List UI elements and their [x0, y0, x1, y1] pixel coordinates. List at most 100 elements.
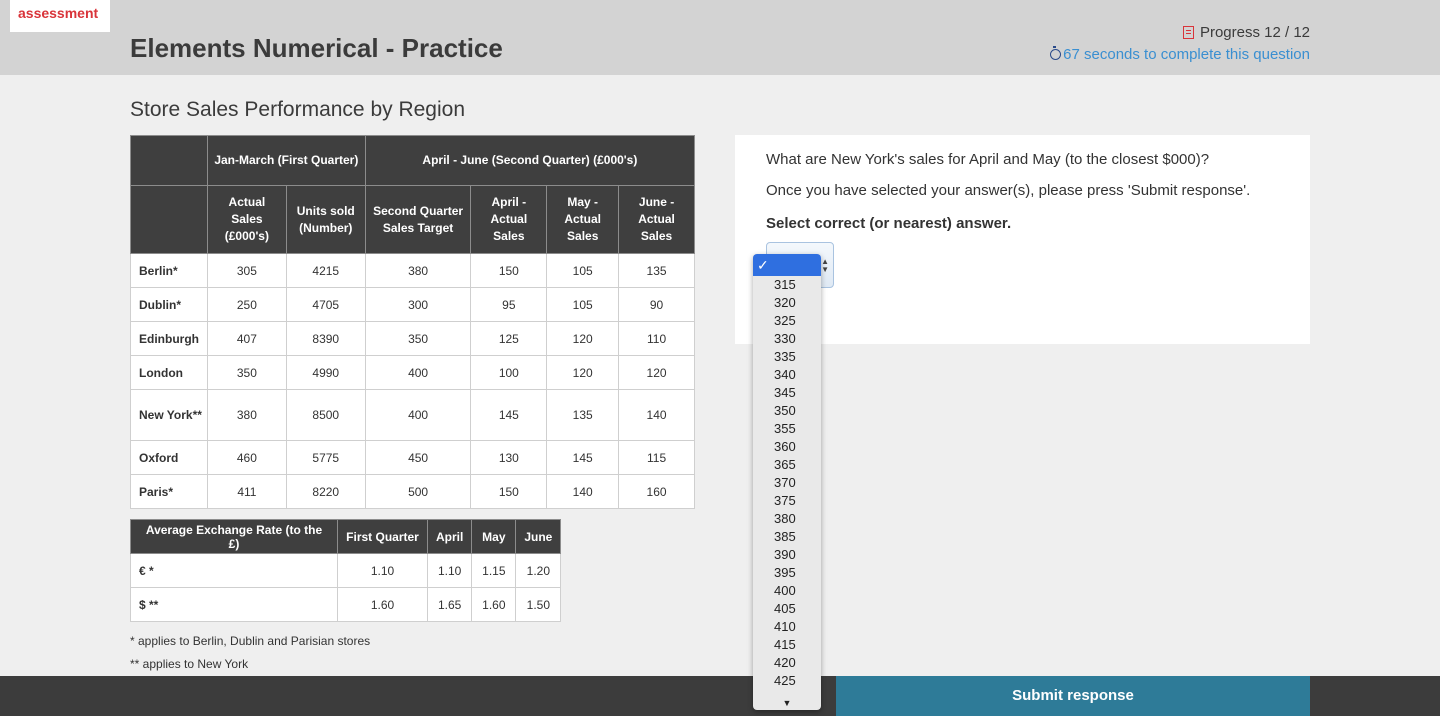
table-row: Oxford 460 5775 450 130 145 115 [130, 440, 695, 475]
table-row: $ ** 1.60 1.65 1.60 1.50 [130, 587, 562, 622]
dropdown-option[interactable]: 420 [753, 654, 821, 672]
table-cell: 95 [470, 287, 548, 322]
table-cell: 305 [206, 253, 287, 288]
column-header: June - Actual Sales [618, 185, 695, 254]
dropdown-option[interactable]: 350 [753, 402, 821, 420]
table-cell: 250 [206, 287, 287, 322]
table-cell: 1.20 [515, 553, 562, 588]
progress-indicator: Progress 12 / 12 [1182, 24, 1310, 41]
dropdown-option[interactable]: 325 [753, 312, 821, 330]
table-cell: 150 [470, 474, 548, 509]
column-header: April [426, 519, 473, 554]
document-icon [1182, 26, 1194, 39]
table-cell: 8220 [285, 474, 366, 509]
row-label: London [130, 355, 208, 390]
row-label: Edinburgh [130, 321, 208, 356]
dropdown-option[interactable]: 320 [753, 294, 821, 312]
table-cell: 135 [546, 389, 620, 441]
page-title: Elements Numerical - Practice [130, 33, 503, 63]
table-cell: 90 [618, 287, 695, 322]
row-label: $ ** [130, 587, 338, 622]
table-row: Berlin* 305 4215 380 150 105 135 [130, 253, 695, 288]
table-cell: 1.65 [426, 587, 473, 622]
logo: assessment [10, 0, 110, 32]
table-row: Paris* 411 8220 500 150 140 160 [130, 474, 695, 509]
dropdown-option[interactable]: 355 [753, 420, 821, 438]
table-cell: 350 [206, 355, 287, 390]
section-title: Store Sales Performance by Region [130, 98, 466, 121]
dropdown-option[interactable]: 415 [753, 636, 821, 654]
logo-text: assessment [18, 5, 99, 21]
row-label: New York** [130, 389, 208, 441]
dropdown-option[interactable]: 345 [753, 384, 821, 402]
column-header: May - Actual Sales [546, 185, 620, 254]
dropdown-option[interactable]: 385 [753, 528, 821, 546]
table-cell: 120 [618, 355, 695, 390]
table-cell: 500 [364, 474, 472, 509]
table-cell: 145 [546, 440, 620, 475]
dropdown-option[interactable]: 330 [753, 330, 821, 348]
answer-prompt: Select correct (or nearest) answer. [766, 215, 1012, 232]
table-cell: 400 [364, 355, 472, 390]
table-row: New York** 380 8500 400 145 135 140 [130, 389, 695, 441]
dropdown-option[interactable]: 375 [753, 492, 821, 510]
table-cell: 1.10 [337, 553, 428, 588]
table-cell: 5775 [285, 440, 366, 475]
question-text: What are New York's sales for April and … [766, 151, 1210, 168]
row-label: Oxford [130, 440, 208, 475]
column-header: June [515, 519, 562, 554]
table-cell: 115 [618, 440, 695, 475]
dropdown-option[interactable]: 340 [753, 366, 821, 384]
table-cell: 380 [206, 389, 287, 441]
dropdown-option[interactable]: 390 [753, 546, 821, 564]
dropdown-option[interactable]: 395 [753, 564, 821, 582]
dropdown-option-blank[interactable]: ✓ [753, 254, 821, 276]
dropdown-option[interactable]: 365 [753, 456, 821, 474]
column-header: April - Actual Sales [470, 185, 548, 254]
table-row: Dublin* 250 4705 300 95 105 90 [130, 287, 695, 322]
dropdown-option[interactable]: 380 [753, 510, 821, 528]
column-header: Actual Sales (£000's) [206, 185, 287, 254]
row-label: Paris* [130, 474, 208, 509]
table-cell: 100 [470, 355, 548, 390]
column-header: Second Quarter Sales Target [364, 185, 472, 254]
table-cell: 105 [546, 253, 620, 288]
dropdown-option[interactable]: 370 [753, 474, 821, 492]
top-bar: assessment Elements Numerical - Practice… [0, 0, 1440, 75]
submit-button[interactable]: Submit response [836, 676, 1310, 716]
progress-text: Progress 12 / 12 [1199, 24, 1310, 41]
dropdown-option[interactable]: 360 [753, 438, 821, 456]
dropdown-option[interactable]: 315 [753, 276, 821, 294]
timer: 67 seconds to complete this question [1050, 46, 1310, 63]
table-cell: 380 [364, 253, 472, 288]
corner-cell [130, 185, 208, 254]
table-cell: 110 [618, 321, 695, 356]
dropdown-option[interactable]: 400 [753, 582, 821, 600]
dropdown-option[interactable]: 405 [753, 600, 821, 618]
table-cell: 150 [470, 253, 548, 288]
checkmark-icon: ✓ [757, 257, 769, 273]
scroll-down-icon[interactable]: ▼ [753, 698, 821, 708]
table-cell: 1.10 [426, 553, 473, 588]
table-cell: 8390 [285, 321, 366, 356]
table-cell: 1.50 [515, 587, 562, 622]
table-cell: 1.15 [471, 553, 517, 588]
table-cell: 160 [618, 474, 695, 509]
stopwatch-icon [1050, 46, 1062, 60]
table-cell: 4990 [285, 355, 366, 390]
group-header-q1: Jan-March (First Quarter) [206, 135, 366, 186]
table-cell: 120 [546, 355, 620, 390]
exchange-rate-table: Average Exchange Rate (to the £) First Q… [130, 519, 562, 622]
table-cell: 1.60 [337, 587, 428, 622]
footnote: ** applies to New York [130, 657, 249, 671]
column-header: First Quarter [337, 519, 428, 554]
column-header: Units sold (Number) [285, 185, 366, 254]
dropdown-option[interactable]: 410 [753, 618, 821, 636]
table-cell: 350 [364, 321, 472, 356]
column-header: Average Exchange Rate (to the £) [130, 519, 338, 554]
column-header: May [471, 519, 517, 554]
dropdown-option[interactable]: 335 [753, 348, 821, 366]
dropdown-option[interactable]: 425 [753, 672, 821, 690]
answer-dropdown-list[interactable]: ✓ 315 320 325 330 335 340 345 350 355 360 365 370 37… [753, 254, 821, 710]
table-cell: 120 [546, 321, 620, 356]
